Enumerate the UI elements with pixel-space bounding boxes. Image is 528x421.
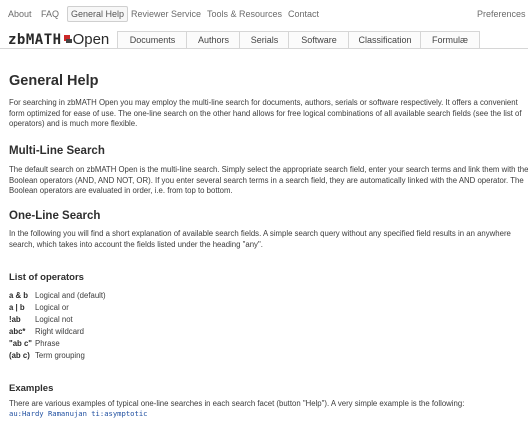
tab-authors[interactable]: Authors xyxy=(186,31,241,48)
operator-symbol: abc* xyxy=(9,327,26,336)
logo-mark-icon xyxy=(63,35,72,43)
examples-heading: Examples xyxy=(9,383,54,394)
operator-description: Phrase xyxy=(35,339,60,348)
example-query: au:Hardy Ramanujan ti:asymptotic xyxy=(9,409,148,418)
nav-contact-link[interactable]: Contact xyxy=(288,9,319,19)
operator-row: (ab c) Term grouping xyxy=(9,350,85,361)
tab-documents[interactable]: Documents xyxy=(117,31,188,48)
multiline-paragraph: The default search on zbMATH Open is the… xyxy=(9,165,528,195)
nav-faq-link[interactable]: FAQ xyxy=(41,9,59,19)
tab-classification[interactable]: Classification xyxy=(348,31,422,48)
operator-row: !ab Logical not xyxy=(9,314,73,325)
logo-text: zbMATH xyxy=(8,32,62,48)
tab-software[interactable]: Software xyxy=(288,31,350,48)
operator-symbol: a | b xyxy=(9,303,25,312)
top-navigation: About FAQ General Help Reviewer Service … xyxy=(0,0,528,30)
oneline-paragraph: In the following you will find a short e… xyxy=(9,229,511,249)
page-title: General Help xyxy=(9,73,99,89)
nav-tools-resources-link[interactable]: Tools & Resources xyxy=(207,9,282,19)
nav-general-help-link[interactable]: General Help xyxy=(67,6,129,22)
operator-description: Right wildcard xyxy=(35,327,84,336)
oneline-heading: One-Line Search xyxy=(9,210,101,222)
operator-description: Logical or xyxy=(35,303,69,312)
nav-preferences-menu[interactable]: Preferences ▼ xyxy=(477,9,528,19)
operator-row: abc* Right wildcard xyxy=(9,326,84,337)
intro-paragraph: For searching in zbMATH Open you may emp… xyxy=(9,98,522,128)
operator-row: a | b Logical or xyxy=(9,302,69,313)
operator-symbol: (ab c) xyxy=(9,351,30,360)
operator-symbol: a & b xyxy=(9,291,29,300)
preferences-label: Preferences xyxy=(477,9,526,19)
nav-reviewer-service-link[interactable]: Reviewer Service xyxy=(131,9,201,19)
examples-paragraph: There are various examples of typical on… xyxy=(9,399,465,408)
operator-symbol: !ab xyxy=(9,315,21,324)
tab-formulae[interactable]: Formulæ xyxy=(420,31,480,48)
nav-about-link[interactable]: About xyxy=(8,9,32,19)
page: About FAQ General Help Reviewer Service … xyxy=(0,0,528,421)
multiline-heading: Multi-Line Search xyxy=(9,145,105,157)
logo-open-text: Open xyxy=(72,31,110,48)
zbmath-logo[interactable]: zbMATH Open xyxy=(8,31,109,49)
operator-symbol: "ab c" xyxy=(9,339,32,348)
tab-divider xyxy=(0,48,528,49)
operator-description: Logical and (default) xyxy=(35,291,106,300)
operator-description: Logical not xyxy=(35,315,73,324)
tab-serials[interactable]: Serials xyxy=(239,31,290,48)
operators-heading: List of operators xyxy=(9,272,84,283)
operator-row: "ab c" Phrase xyxy=(9,338,60,349)
operator-description: Term grouping xyxy=(35,351,85,360)
operator-row: a & b Logical and (default) xyxy=(9,290,106,301)
